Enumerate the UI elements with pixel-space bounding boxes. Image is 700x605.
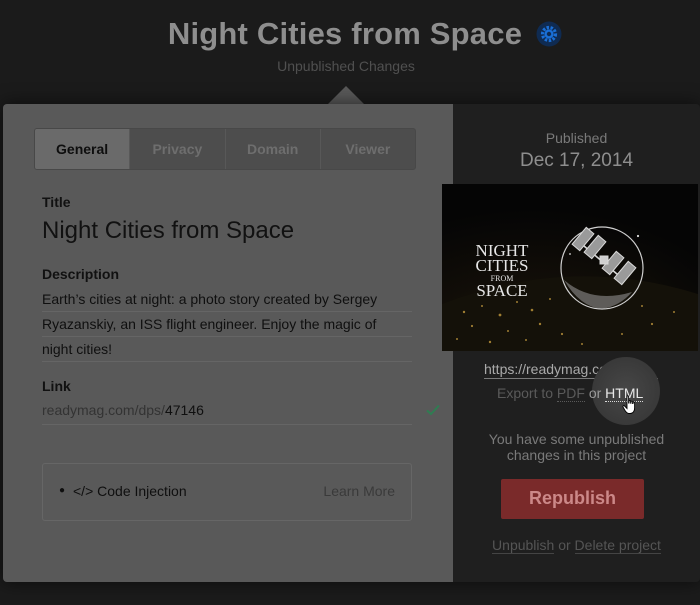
check-icon: [426, 404, 440, 416]
svg-text:CITIES: CITIES: [476, 256, 529, 275]
unpublished-message: You have some unpublished changes in thi…: [488, 431, 665, 463]
settings-tabs: General Privacy Domain Viewer: [34, 128, 416, 170]
header: Night Cities from Space: [0, 16, 700, 52]
learn-more-link[interactable]: Learn More: [323, 483, 395, 499]
description-field[interactable]: Earth’s cities at night: a photo story c…: [42, 287, 412, 362]
published-date: Dec 17, 2014: [519, 150, 634, 171]
gear-icon[interactable]: [536, 21, 562, 47]
title-field[interactable]: Night Cities from Space: [42, 217, 294, 245]
svg-text:SPACE: SPACE: [476, 281, 527, 300]
link-slug-input[interactable]: 47146: [165, 402, 204, 418]
code-injection-box[interactable]: ● </> Code Injection Learn More: [42, 463, 412, 521]
unpublished-changes-subtitle: Unpublished Changes: [277, 58, 415, 74]
unpublish-delete-row: Unpublish or Delete project: [453, 537, 700, 554]
link-label: Link: [42, 378, 71, 394]
export-or: or: [588, 385, 602, 401]
description-label: Description: [42, 266, 120, 282]
publish-dialog-screen: Night Cities from Space Unpublished Chan…: [0, 0, 700, 605]
link-field[interactable]: readymag.com/dps/47146: [42, 400, 412, 425]
title-label: Title: [42, 194, 71, 210]
dialog-pointer: [328, 86, 364, 104]
link-prefix: readymag.com/dps/: [42, 402, 165, 418]
tab-domain[interactable]: Domain: [224, 129, 320, 169]
export-pdf-link[interactable]: PDF: [556, 385, 585, 402]
project-thumbnail[interactable]: NIGHT CITIES FROM SPACE: [442, 184, 698, 351]
bottom-or: or: [558, 537, 571, 553]
tab-general[interactable]: General: [35, 129, 130, 169]
unpublish-link[interactable]: Unpublish: [492, 537, 555, 554]
project-title: Night Cities from Space: [167, 16, 523, 51]
export-prefix: Export to: [497, 385, 554, 401]
delete-project-link[interactable]: Delete project: [574, 537, 661, 554]
description-line: Earth’s cities at night: a photo story c…: [42, 287, 412, 312]
description-line: Ryazanskiy, an ISS flight engineer. Enjo…: [42, 312, 412, 337]
bullet-icon: ●: [59, 485, 66, 496]
published-label: Published: [545, 130, 608, 146]
hand-cursor-icon: [622, 395, 636, 414]
tab-privacy[interactable]: Privacy: [129, 129, 224, 169]
republish-button[interactable]: Republish: [501, 479, 644, 519]
code-injection-label: </> Code Injection: [73, 483, 187, 499]
night-earth-image: NIGHT CITIES FROM SPACE: [442, 184, 698, 351]
settings-pane: General Privacy Domain Viewer Title Nigh…: [3, 104, 453, 582]
tab-viewer[interactable]: Viewer: [319, 129, 415, 169]
description-line: night cities!: [42, 337, 412, 362]
thumbnail-title: NIGHT CITIES FROM SPACE: [476, 241, 529, 300]
